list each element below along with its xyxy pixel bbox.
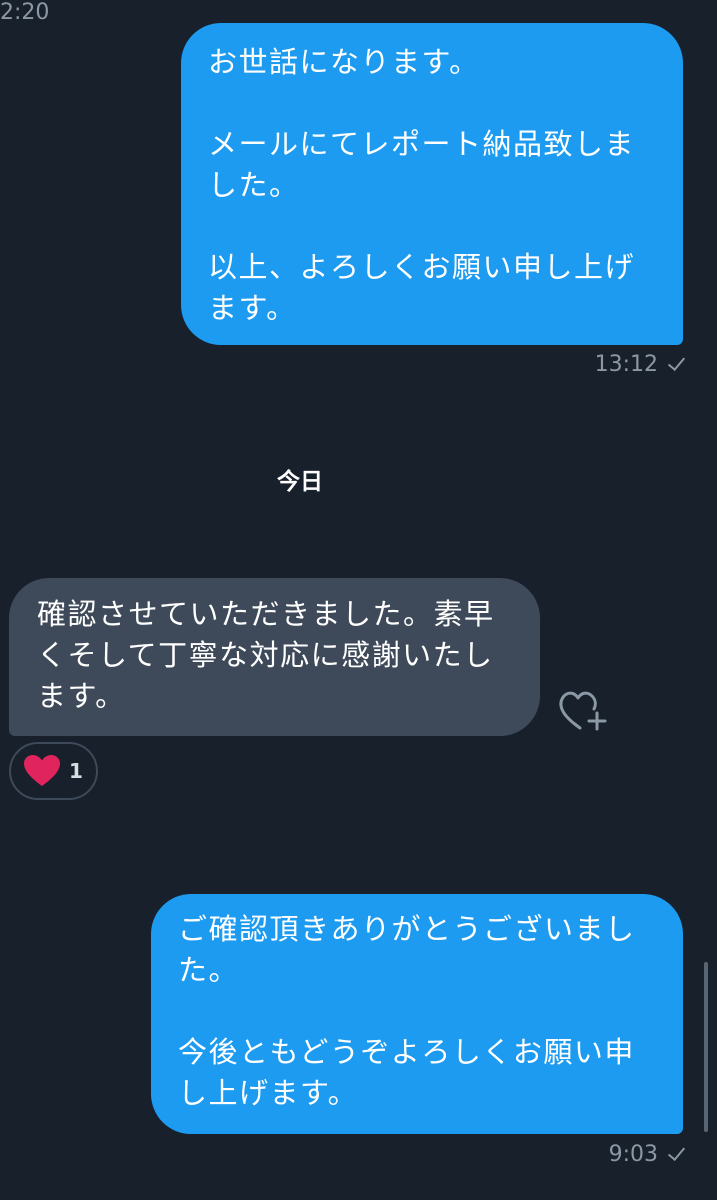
reaction-count: 1: [69, 759, 83, 783]
message-text: 確認させていただきました。素早くそして丁寧な対応に感謝いたします。: [37, 597, 495, 713]
heart-icon: [24, 755, 60, 786]
message-timestamp: 2:20: [0, 0, 50, 25]
chat-thread[interactable]: お世話になります。 メールにてレポート納品致しました。 以上、よろしくお願い申し…: [0, 0, 717, 1167]
outgoing-message-bubble[interactable]: お世話になります。 メールにてレポート納品致しました。 以上、よろしくお願い申し…: [181, 23, 683, 345]
add-reaction-button[interactable]: [556, 685, 608, 737]
outgoing-message-bubble[interactable]: ご確認頂きありがとうございました。 今後ともどうぞよろしくお願い申し上げます。: [151, 894, 683, 1134]
incoming-message-bubble[interactable]: 確認させていただきました。素早くそして丁寧な対応に感謝いたします。: [9, 578, 540, 736]
message-meta: 13:12: [594, 352, 686, 377]
message-text: お世話になります。 メールにてレポート納品致しました。 以上、よろしくお願い申し…: [208, 45, 636, 325]
message-timestamp: 13:12: [594, 352, 658, 377]
date-divider: 今日: [277, 469, 323, 495]
reaction-pill[interactable]: 1: [9, 742, 98, 800]
heart-plus-icon: [559, 691, 607, 731]
message-meta: 9:03: [608, 1142, 686, 1167]
message-text: ご確認頂きありがとうございました。 今後ともどうぞよろしくお願い申し上げます。: [178, 912, 636, 1110]
message-timestamp: 9:03: [608, 1142, 658, 1167]
scrollbar[interactable]: [704, 962, 708, 1132]
check-icon: [667, 352, 686, 371]
check-icon: [667, 1142, 686, 1161]
